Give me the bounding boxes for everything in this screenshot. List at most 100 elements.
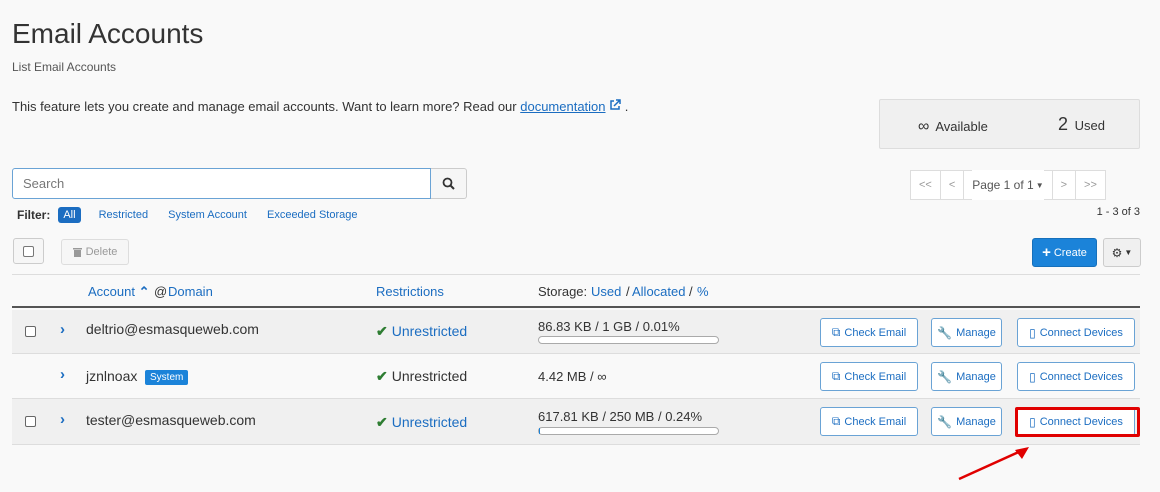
intro-sentence: This feature lets you create and manage … [12, 99, 521, 114]
page-label: Page 1 of 1 [972, 170, 1034, 200]
account-name: jznlnoax [86, 368, 138, 384]
intro-text: This feature lets you create and manage … [12, 99, 628, 114]
page-subtitle: List Email Accounts [12, 60, 117, 74]
trash-icon [72, 248, 82, 257]
last-page-button[interactable]: >> [1075, 170, 1106, 200]
col-account: Account [88, 284, 135, 299]
search-bar [12, 168, 467, 199]
search-button[interactable] [431, 168, 467, 199]
check-email-button[interactable]: ⧉ Check Email [820, 318, 918, 347]
first-page-button[interactable]: << [910, 170, 941, 200]
check-email-label: Check Email [844, 326, 907, 339]
caret-down-icon: ▼ [1124, 248, 1133, 257]
check-icon: ✔ [376, 368, 388, 384]
table-row: › tester@esmasqueweb.com ✔ Unrestricted 6… [12, 399, 1140, 445]
sort-used[interactable]: Used [591, 284, 621, 299]
intro-end: . [624, 99, 629, 114]
filter-restricted[interactable]: Restricted [99, 209, 149, 221]
used-label: Used [1074, 118, 1105, 133]
sort-percent[interactable]: % [697, 284, 709, 299]
search-input[interactable] [12, 168, 431, 199]
storage-usage: 86.83 KB / 1 GB / 0.01% [538, 319, 680, 334]
manage-button[interactable]: 🔧 Manage [931, 407, 1002, 436]
external-link-icon: ⧉ [831, 414, 841, 428]
col-sep: / [689, 284, 693, 299]
restriction-label: Unrestricted [391, 323, 468, 339]
sort-restrictions[interactable]: Restrictions [376, 284, 444, 299]
restriction-status: ✔ Unrestricted [376, 368, 467, 385]
filter-system-account[interactable]: System Account [168, 209, 247, 221]
caret-down-icon: ▼ [1033, 170, 1044, 200]
manage-button[interactable]: 🔧 Manage [931, 362, 1002, 391]
storage-usage: 617.81 KB / 250 MB / 0.24% [538, 409, 703, 424]
wrench-icon: 🔧 [937, 325, 953, 340]
next-page-button[interactable]: > [1051, 170, 1077, 200]
expand-chevron-icon[interactable]: › [60, 366, 65, 383]
available-stat: ∞ Available [918, 118, 988, 136]
annotation-arrow-icon [958, 447, 1029, 481]
external-link-icon[interactable] [609, 99, 625, 114]
expand-chevron-icon[interactable]: › [60, 411, 65, 428]
connect-devices-highlight [1015, 407, 1140, 437]
available-label: Available [935, 119, 988, 134]
check-email-label: Check Email [844, 415, 907, 428]
documentation-link[interactable]: documentation [520, 99, 605, 114]
check-email-label: Check Email [844, 370, 907, 383]
check-email-button[interactable]: ⧉ Check Email [820, 362, 918, 391]
filter-all[interactable]: All [58, 207, 81, 223]
delete-label: Delete [85, 246, 118, 258]
table-header: Account ⌃ @ Domain Restrictions Storage:… [12, 274, 1140, 308]
col-at: @ [154, 284, 168, 299]
restriction-status[interactable]: ✔ Unrestricted [376, 323, 467, 340]
sort-asc-icon: ⌃ [138, 284, 150, 299]
table-row: › jznlnoax System ✔ Unrestricted 4.42 MB … [12, 354, 1140, 399]
used-stat: 2 Used [1058, 114, 1105, 135]
row-checkbox[interactable] [25, 326, 36, 337]
restriction-label: Unrestricted [391, 368, 468, 384]
filter-label: Filter: [17, 208, 51, 222]
storage-usage: 4.42 MB / ∞ [538, 369, 607, 384]
manage-label: Manage [956, 370, 996, 383]
row-checkbox[interactable] [25, 416, 36, 427]
page-select[interactable]: Page 1 of 1 ▼ [963, 170, 1053, 200]
check-icon: ✔ [376, 323, 388, 339]
check-email-button[interactable]: ⧉ Check Email [820, 407, 918, 436]
sort-account[interactable]: Account ⌃ [88, 284, 150, 300]
manage-label: Manage [956, 326, 996, 339]
account-stats: ∞ Available 2 Used [879, 99, 1140, 149]
settings-dropdown-button[interactable]: ⚙ ▼ [1103, 238, 1141, 267]
connect-devices-button[interactable]: ▯ Connect Devices [1017, 362, 1135, 391]
connect-devices-label: Connect Devices [1039, 370, 1123, 383]
wrench-icon: 🔧 [937, 369, 953, 384]
plus-icon: + [1042, 244, 1051, 261]
search-icon [442, 177, 455, 190]
sort-domain[interactable]: Domain [168, 284, 213, 299]
expand-chevron-icon[interactable]: › [60, 321, 65, 338]
delete-button[interactable]: Delete [61, 239, 129, 265]
system-badge: System [145, 370, 189, 385]
sort-allocated[interactable]: Allocated [632, 284, 685, 299]
table-row: › deltrio@esmasqueweb.com ✔ Unrestricted … [12, 310, 1140, 354]
mobile-icon: ▯ [1029, 325, 1036, 340]
pagination: << < Page 1 of 1 ▼ > >> [910, 170, 1106, 200]
result-count: 1 - 3 of 3 [1096, 206, 1140, 218]
account-name: tester@esmasqueweb.com [86, 412, 256, 428]
col-storage: Storage: [538, 284, 588, 299]
manage-button[interactable]: 🔧 Manage [931, 318, 1002, 347]
col-sep: / [626, 284, 630, 299]
restriction-label: Unrestricted [391, 414, 468, 430]
prev-page-button[interactable]: < [939, 170, 965, 200]
manage-label: Manage [956, 415, 996, 428]
external-link-icon: ⧉ [831, 369, 841, 383]
restriction-status[interactable]: ✔ Unrestricted [376, 414, 467, 431]
gear-icon: ⚙ [1111, 245, 1123, 260]
external-link-icon: ⧉ [831, 325, 841, 339]
connect-devices-button[interactable]: ▯ Connect Devices [1017, 318, 1135, 347]
create-button[interactable]: + Create [1032, 238, 1097, 267]
filter-bar: Filter: All Restricted System Account Ex… [17, 207, 378, 223]
filter-exceeded-storage[interactable]: Exceeded Storage [267, 209, 358, 221]
select-all-checkbox[interactable] [13, 238, 44, 264]
account-name: deltrio@esmasqueweb.com [86, 321, 259, 337]
storage-bar [538, 336, 719, 344]
mobile-icon: ▯ [1029, 369, 1036, 384]
